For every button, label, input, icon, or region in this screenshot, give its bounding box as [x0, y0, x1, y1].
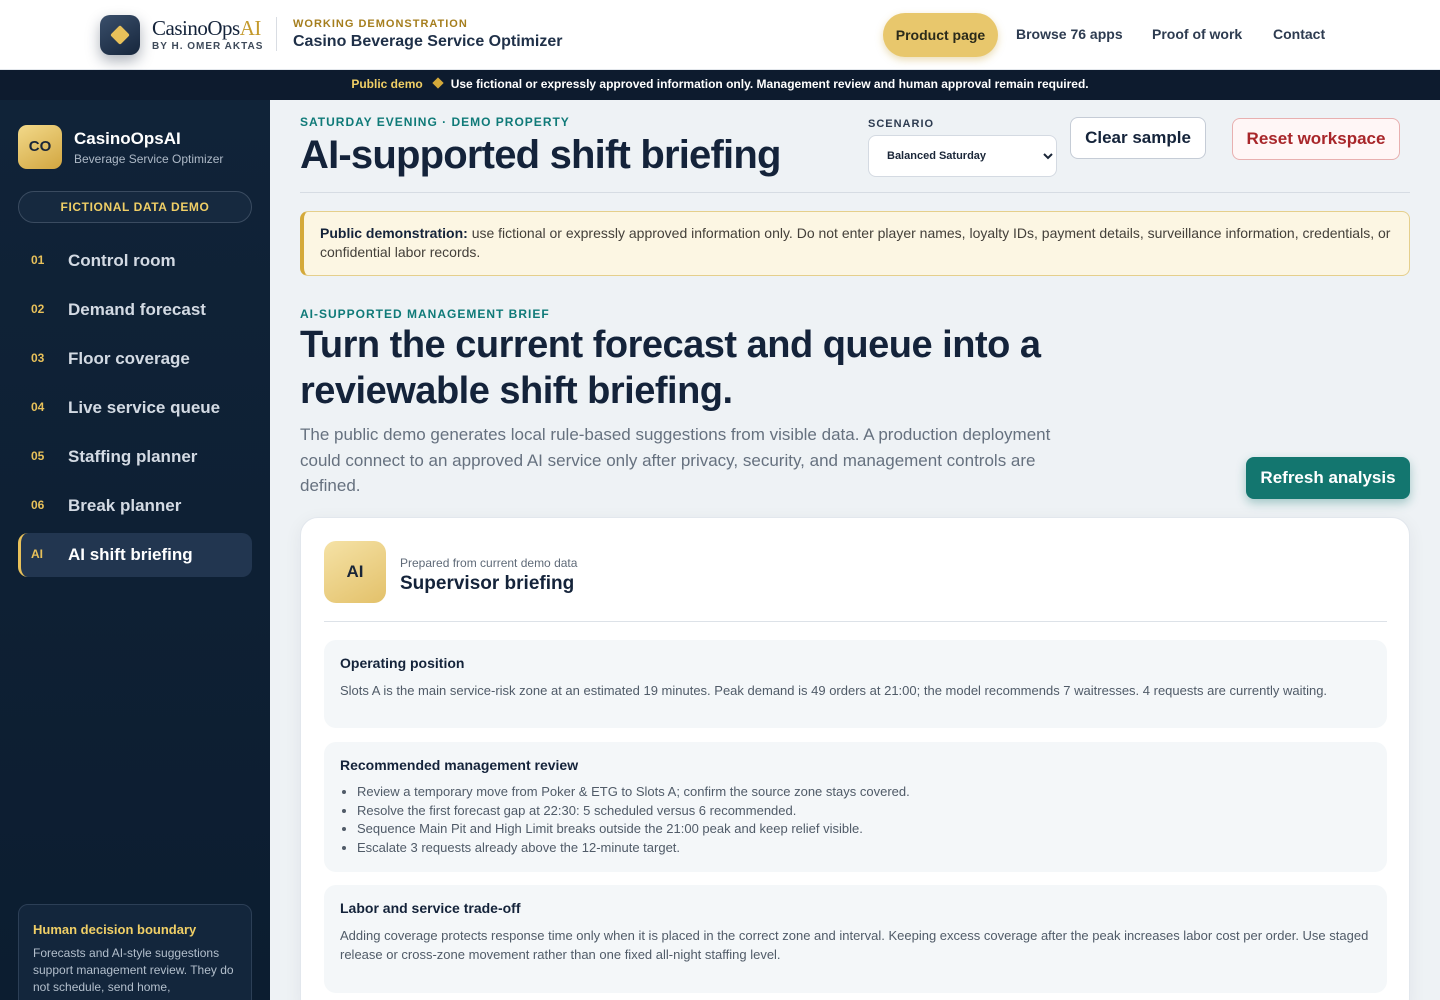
sidebar-item-staffing-planner[interactable]: 05 Staffing planner	[18, 435, 252, 479]
demo-banner-lead: Public demo	[351, 77, 423, 91]
nav-contact[interactable]: Contact	[1273, 26, 1325, 42]
public-demo-banner: Public demo Use fictional or expressly ap…	[0, 70, 1440, 100]
sidebar-item-live-service-queue[interactable]: 04 Live service queue	[18, 386, 252, 430]
sidebar-title: CasinoOpsAI	[74, 129, 181, 148]
section-title: Labor and service trade-off	[340, 900, 521, 916]
product-page-button[interactable]: Product page	[883, 13, 998, 57]
header-divider	[276, 17, 277, 51]
hero-title: Turn the current forecast and queue into…	[300, 324, 1041, 412]
sidebar-item-number: 06	[31, 498, 45, 512]
notice-lead: Public demonstration:	[320, 225, 468, 241]
sidebar-item-number: 03	[31, 351, 45, 365]
demo-app-title: Casino Beverage Service Optimizer	[293, 33, 563, 50]
section-text: Slots A is the main service-risk zone at…	[340, 683, 1328, 698]
sidebar-item-label: Live service queue	[68, 398, 221, 417]
list-item: Resolve the first forecast gap at 22:30:…	[357, 802, 1371, 821]
sidebar: CO CasinoOpsAI Beverage Service Optimize…	[0, 100, 270, 1000]
top-header: CasinoOpsAI BY H. OMER AKTAS WORKING DEM…	[0, 0, 1440, 70]
refresh-analysis-button[interactable]: Refresh analysis	[1246, 457, 1410, 499]
header-divider	[300, 192, 1410, 193]
sidebar-item-number: 02	[31, 302, 45, 316]
sidebar-item-control-room[interactable]: 01 Control room	[18, 239, 252, 283]
diamond-icon	[110, 25, 130, 45]
list-item: Sequence Main Pit and High Limit breaks …	[357, 820, 1371, 839]
fictional-data-badge: FICTIONAL DATA DEMO	[18, 191, 252, 223]
diamond-icon	[432, 77, 444, 89]
boundary-title: Human decision boundary	[33, 922, 197, 937]
nav-proof-of-work[interactable]: Proof of work	[1152, 26, 1242, 42]
section-title: Operating position	[340, 655, 465, 671]
section-text: Adding coverage protects response time o…	[340, 928, 1369, 962]
boundary-text: Forecasts and AI-style suggestions suppo…	[33, 946, 234, 994]
brand-name[interactable]: CasinoOpsAI	[152, 16, 261, 41]
scenario-select[interactable]: Balanced Saturday	[868, 135, 1057, 177]
review-list: Review a temporary move from Poker & ETG…	[357, 783, 1371, 858]
card-prepared-note: Prepared from current demo data	[400, 556, 578, 570]
labor-service-tradeoff-section: Labor and service trade-off Adding cover…	[324, 885, 1387, 993]
sidebar-item-number: AI	[31, 547, 43, 561]
human-decision-boundary-card: Human decision boundary Forecasts and AI…	[18, 904, 252, 1000]
card-title: Supervisor briefing	[400, 573, 575, 594]
card-divider	[324, 621, 1387, 622]
list-item: Escalate 3 requests already above the 12…	[357, 839, 1371, 858]
sidebar-item-number: 04	[31, 400, 45, 414]
public-demonstration-notice: Public demonstration: use fictional or e…	[300, 211, 1410, 276]
brand-logo-icon[interactable]	[100, 15, 140, 55]
scenario-label: SCENARIO	[868, 118, 935, 130]
sidebar-subtitle: Beverage Service Optimizer	[74, 152, 224, 166]
sidebar-item-label: AI shift briefing	[68, 545, 193, 564]
section-title: Recommended management review	[340, 757, 579, 773]
demo-banner-text: Use fictional or expressly approved info…	[450, 77, 1089, 91]
nav-browse-apps[interactable]: Browse 76 apps	[1016, 26, 1123, 42]
sidebar-item-floor-coverage[interactable]: 03 Floor coverage	[18, 337, 252, 381]
sidebar-item-number: 01	[31, 253, 45, 267]
clear-sample-button[interactable]: Clear sample	[1070, 117, 1206, 159]
management-review-section: Recommended management review Review a t…	[324, 742, 1387, 872]
notice-text: use fictional or expressly approved info…	[320, 225, 1391, 260]
operating-position-section: Operating position Slots A is the main s…	[324, 640, 1387, 728]
sidebar-item-label: Control room	[68, 251, 176, 270]
demo-kicker: WORKING DEMONSTRATION	[293, 18, 468, 30]
reset-workspace-button[interactable]: Reset workspace	[1232, 118, 1400, 160]
sidebar-item-demand-forecast[interactable]: 02 Demand forecast	[18, 288, 252, 332]
page-title: AI-supported shift briefing	[300, 133, 781, 177]
brief-kicker: AI-SUPPORTED MANAGEMENT BRIEF	[300, 307, 550, 321]
page-kicker: SATURDAY EVENING · DEMO PROPERTY	[300, 115, 570, 129]
sidebar-item-label: Break planner	[68, 496, 182, 515]
supervisor-briefing-card: AI Prepared from current demo data Super…	[300, 517, 1410, 1000]
ai-badge: AI	[324, 541, 386, 603]
sidebar-item-ai-shift-briefing[interactable]: AI AI shift briefing	[18, 533, 252, 577]
sidebar-item-label: Floor coverage	[68, 349, 190, 368]
sidebar-logo: CO	[18, 125, 62, 169]
sidebar-item-label: Demand forecast	[68, 300, 206, 319]
sidebar-item-break-planner[interactable]: 06 Break planner	[18, 484, 252, 528]
hero-description: The public demo generates local rule-bas…	[300, 425, 1051, 495]
sidebar-item-label: Staffing planner	[68, 447, 198, 466]
sidebar-item-number: 05	[31, 449, 45, 463]
list-item: Review a temporary move from Poker & ETG…	[357, 783, 1371, 802]
brand-byline: BY H. OMER AKTAS	[152, 41, 264, 52]
